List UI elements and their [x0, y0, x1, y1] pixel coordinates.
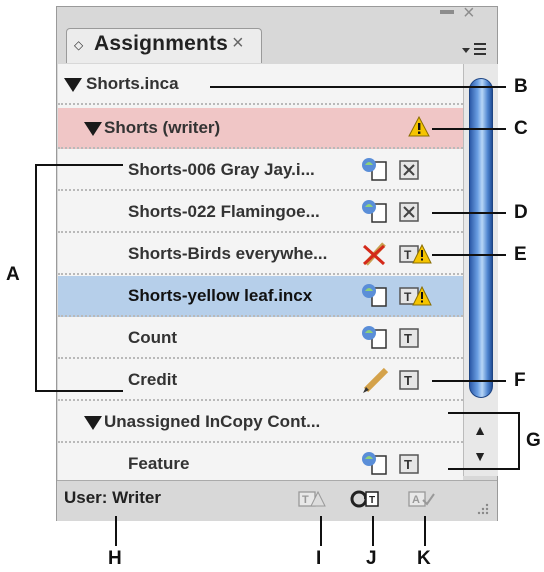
update-content-icon[interactable]: T: [296, 486, 326, 512]
incopy-doc-icon: [362, 452, 387, 475]
unavailable-icon: [399, 160, 419, 180]
warning-icon: [408, 116, 430, 137]
tab-arrows-icon: ◇: [74, 38, 84, 52]
text-content-icon: T: [399, 370, 419, 390]
row-label: Shorts.inca: [86, 74, 179, 93]
assignments-list: Shorts.inca Shorts (writer) Shorts-006 G…: [58, 64, 463, 480]
row-label: Shorts-006 Gray Jay.i...: [128, 160, 315, 179]
svg-text:T: T: [404, 457, 412, 472]
expand-triangle-icon[interactable]: [84, 122, 102, 136]
incopy-doc-icon: [362, 326, 387, 349]
svg-text:T: T: [302, 494, 309, 506]
list-item-content[interactable]: Count T: [58, 318, 463, 359]
svg-text:A: A: [412, 494, 420, 506]
row-label: Shorts-Birds everywhe...: [128, 244, 328, 263]
expand-triangle-icon[interactable]: [84, 416, 102, 430]
row-label: Count: [128, 328, 178, 347]
list-item-unassigned[interactable]: Unassigned InCopy Cont...: [58, 402, 463, 443]
user-label: User: Writer: [64, 488, 161, 507]
check-out-icon[interactable]: T: [350, 486, 380, 512]
callout-f-line: [432, 380, 506, 382]
callout-a-top: [35, 164, 123, 166]
callout-g-bottom: [448, 468, 520, 470]
list-item-selected[interactable]: Shorts-yellow leaf.incx T: [58, 276, 463, 317]
panel-menu-button[interactable]: [458, 38, 490, 60]
text-warning-icon: T: [399, 243, 432, 264]
svg-text:T: T: [404, 290, 412, 304]
pencil-icon: [363, 367, 389, 393]
text-content-icon: T: [399, 454, 419, 474]
incopy-doc-icon: [362, 200, 387, 223]
callout-label-e: E: [514, 244, 527, 265]
callout-label-a: A: [6, 264, 20, 285]
list-item-content[interactable]: Feature T: [58, 444, 463, 480]
callout-i-line: [320, 516, 322, 546]
list-item-shorts-inca[interactable]: Shorts.inca: [58, 64, 463, 105]
callout-j-line: [372, 516, 374, 546]
callout-label-c: C: [514, 118, 528, 139]
list-item-content[interactable]: Shorts-022 Flamingoe...: [58, 192, 463, 233]
row-label: Shorts (writer): [104, 118, 221, 137]
list-item-assignment[interactable]: Shorts (writer): [58, 108, 463, 149]
callout-a-bottom: [35, 390, 123, 392]
svg-text:T: T: [404, 331, 412, 346]
row-label: Feature: [128, 454, 190, 473]
callout-a-bracket: [35, 164, 37, 392]
callout-label-i: I: [316, 548, 322, 569]
row-label: Shorts-022 Flamingoe...: [128, 202, 320, 221]
callout-label-j: J: [366, 548, 377, 569]
text-warning-icon: T: [399, 285, 432, 306]
resize-grip-icon[interactable]: [474, 500, 490, 516]
row-label: Unassigned InCopy Cont...: [104, 412, 321, 431]
callout-d-line: [432, 212, 506, 214]
callout-label-g: G: [526, 430, 541, 451]
callout-g-bracket: [518, 412, 520, 470]
callout-label-d: D: [514, 202, 528, 223]
svg-text:T: T: [404, 373, 412, 388]
list-item-content[interactable]: Shorts-Birds everywhe... T: [58, 234, 463, 275]
callout-g-top: [448, 412, 520, 414]
list-item-content[interactable]: Shorts-006 Gray Jay.i...: [58, 150, 463, 191]
callout-e-line: [432, 254, 506, 256]
edit-conflict-icon: [362, 242, 386, 266]
callout-label-b: B: [514, 76, 528, 97]
incopy-doc-icon: [362, 284, 387, 307]
callout-label-f: F: [514, 370, 526, 391]
panel-close-icon[interactable]: ×: [463, 2, 475, 25]
callout-c-line: [432, 128, 506, 130]
svg-text:T: T: [404, 248, 412, 262]
incopy-doc-icon: [362, 158, 387, 181]
svg-text:T: T: [369, 495, 375, 506]
tab-title: Assignments: [94, 32, 229, 55]
callout-b-line: [210, 86, 506, 88]
scroll-down-arrow-icon[interactable]: ▼: [466, 444, 494, 468]
list-item-content[interactable]: Credit T: [58, 360, 463, 401]
scroll-thumb[interactable]: [469, 78, 493, 398]
tab-close-icon[interactable]: ×: [232, 32, 244, 55]
scroll-up-arrow-icon[interactable]: ▲: [466, 418, 494, 442]
text-content-icon: T: [399, 328, 419, 348]
unavailable-icon: [399, 202, 419, 222]
callout-label-k: K: [417, 548, 431, 569]
callout-k-line: [424, 516, 426, 546]
callout-label-h: H: [108, 548, 122, 569]
check-in-icon[interactable]: A: [406, 486, 436, 512]
minimize-icon[interactable]: [440, 10, 454, 14]
row-label: Shorts-yellow leaf.incx: [128, 286, 313, 305]
callout-h-line: [115, 516, 117, 546]
expand-triangle-icon[interactable]: [64, 78, 82, 92]
panel-menu-icon: [462, 43, 486, 55]
row-label: Credit: [128, 370, 178, 389]
